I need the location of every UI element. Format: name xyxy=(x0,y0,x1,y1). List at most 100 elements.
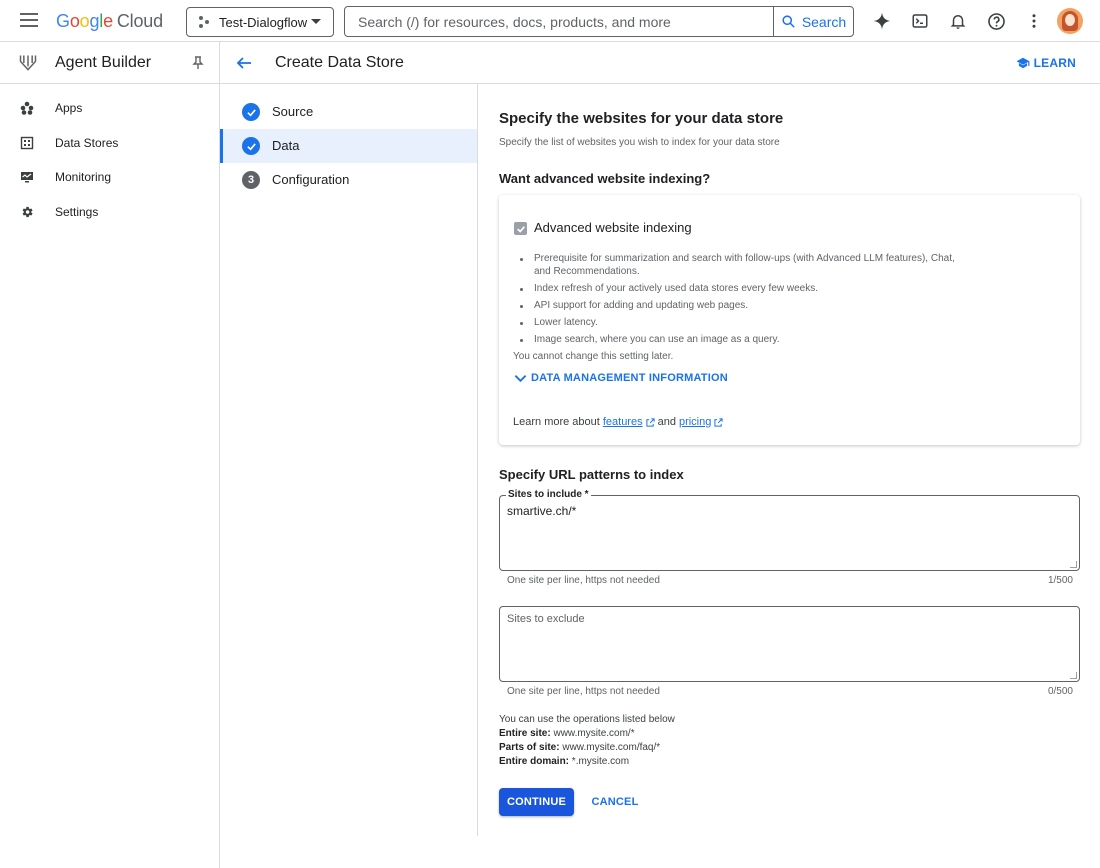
sidebar-item-apps[interactable]: Apps xyxy=(0,93,219,123)
google-cloud-logo[interactable]: Google Cloud xyxy=(56,11,163,32)
stepper: Source Data 3 Configuration xyxy=(220,84,478,836)
list-item: API support for adding and updating web … xyxy=(514,299,974,312)
step-label: Source xyxy=(272,104,314,119)
sites-include-label: Sites to include * xyxy=(506,489,591,500)
search-button[interactable]: Search xyxy=(773,7,853,36)
top-bar: Google Cloud Test-Dialogflow Search xyxy=(0,0,1100,42)
operation-key: Entire site: xyxy=(499,728,551,739)
operation-key: Entire domain: xyxy=(499,756,570,767)
data-management-label: DATA MANAGEMENT INFORMATION xyxy=(531,372,728,384)
advanced-indexing-card: Advanced website indexing Prerequisite f… xyxy=(499,195,1080,445)
section-subtitle: Specify the list of websites you wish to… xyxy=(499,137,780,148)
advanced-heading: Want advanced website indexing? xyxy=(499,171,711,186)
apps-icon xyxy=(20,101,34,115)
sidebar-item-label: Monitoring xyxy=(55,170,112,184)
operation-value: www.mysite.com/faq/* xyxy=(562,742,661,753)
check-icon xyxy=(516,225,525,233)
search-input[interactable] xyxy=(345,7,773,36)
setting-note: You cannot change this setting later. xyxy=(513,351,674,362)
url-patterns-heading: Specify URL patterns to index xyxy=(499,467,684,482)
step-label: Data xyxy=(272,138,300,153)
open-in-new-icon xyxy=(645,417,655,427)
step-data[interactable]: Data xyxy=(220,129,477,163)
include-hint: One site per line, https not needed xyxy=(507,575,660,586)
step-configuration[interactable]: 3 Configuration xyxy=(220,163,477,197)
section-title: Specify the websites for your data store xyxy=(499,110,784,127)
check-circle-icon xyxy=(242,137,260,155)
monitoring-icon xyxy=(21,172,33,183)
list-item: Prerequisite for summarization and searc… xyxy=(514,252,974,278)
data-stores-icon xyxy=(20,136,34,150)
exclude-count: 0/500 xyxy=(1047,686,1073,697)
resize-handle[interactable] xyxy=(1070,672,1077,679)
project-picker[interactable]: Test-Dialogflow xyxy=(186,7,334,37)
avatar[interactable] xyxy=(1057,8,1083,34)
data-management-toggle[interactable]: DATA MANAGEMENT INFORMATION xyxy=(514,372,728,384)
main-menu-icon[interactable] xyxy=(20,13,38,27)
feature-list: Prerequisite for summarization and searc… xyxy=(514,252,974,350)
advanced-indexing-checkbox[interactable] xyxy=(514,222,527,235)
check-circle-icon xyxy=(242,103,260,121)
exclude-hint: One site per line, https not needed xyxy=(507,686,660,697)
sites-exclude-field xyxy=(499,606,1080,682)
operation-value: www.mysite.com/* xyxy=(553,728,635,739)
chevron-down-icon xyxy=(514,374,527,382)
operations-intro: You can use the operations listed below xyxy=(499,714,675,725)
checkbox-label: Advanced website indexing xyxy=(534,220,692,235)
learn-more-prefix: Learn more about xyxy=(513,416,600,428)
operation-row: Entire domain: *.mysite.com xyxy=(499,755,675,769)
settings-icon xyxy=(22,206,33,218)
sidebar-item-data-stores[interactable]: Data Stores xyxy=(0,128,219,158)
agent-builder-icon xyxy=(19,55,37,71)
project-dots-icon xyxy=(199,16,211,28)
page-title: Create Data Store xyxy=(275,54,404,71)
continue-button[interactable]: CONTINUE xyxy=(499,788,574,816)
pin-icon[interactable] xyxy=(192,56,204,70)
list-item: Index refresh of your actively used data… xyxy=(514,282,974,295)
features-link[interactable]: features xyxy=(603,416,643,428)
sidebar-item-label: Settings xyxy=(55,205,99,219)
gemini-sparkle-icon[interactable] xyxy=(870,9,894,33)
step-source[interactable]: Source xyxy=(220,95,477,129)
list-item: Image search, where you can use an image… xyxy=(514,333,974,346)
sidebar-item-label: Apps xyxy=(55,101,83,115)
learn-label: LEARN xyxy=(1033,56,1076,70)
pricing-link[interactable]: pricing xyxy=(679,416,711,428)
open-in-new-icon xyxy=(714,417,723,427)
learn-more-line: Learn more about features and pricing xyxy=(513,416,723,428)
school-icon xyxy=(1016,57,1030,69)
more-vert-icon[interactable] xyxy=(1022,9,1046,33)
learn-button[interactable]: LEARN xyxy=(1016,56,1076,70)
product-header: Agent Builder xyxy=(0,42,219,84)
resize-handle[interactable] xyxy=(1070,561,1077,568)
product-title: Agent Builder xyxy=(55,54,152,71)
include-count: 1/500 xyxy=(1047,575,1073,586)
operation-value: *.mysite.com xyxy=(571,756,630,767)
side-navigation: Agent Builder Apps Data Stores Monitorin… xyxy=(0,42,220,868)
notifications-icon[interactable] xyxy=(946,9,970,33)
page-header: Create Data Store LEARN xyxy=(220,42,1100,84)
step-number-badge: 3 xyxy=(242,171,260,189)
operation-row: Entire site: www.mysite.com/* xyxy=(499,727,675,741)
cancel-button[interactable]: CANCEL xyxy=(586,788,644,816)
sites-exclude-input[interactable] xyxy=(507,613,1067,675)
search-bar: Search xyxy=(344,6,854,37)
caret-down-icon xyxy=(311,19,321,24)
help-icon[interactable] xyxy=(984,9,1008,33)
project-name: Test-Dialogflow xyxy=(219,14,308,30)
operation-row: Parts of site: www.mysite.com/faq/* xyxy=(499,741,675,755)
learn-more-and: and xyxy=(657,416,676,428)
step-label: Configuration xyxy=(272,172,350,187)
sidebar-item-label: Data Stores xyxy=(55,136,119,150)
back-arrow-icon[interactable] xyxy=(236,55,252,71)
cloud-shell-icon[interactable] xyxy=(908,9,932,33)
search-button-label: Search xyxy=(801,13,847,30)
sidebar-item-settings[interactable]: Settings xyxy=(0,197,219,227)
sites-include-field: Sites to include * xyxy=(499,489,1080,571)
list-item: Lower latency. xyxy=(514,316,974,329)
sidebar-item-monitoring[interactable]: Monitoring xyxy=(0,162,219,192)
operation-key: Parts of site: xyxy=(499,742,560,753)
operations-help: You can use the operations listed below … xyxy=(499,713,675,769)
sites-include-input[interactable] xyxy=(507,504,1067,566)
search-icon xyxy=(782,15,795,28)
